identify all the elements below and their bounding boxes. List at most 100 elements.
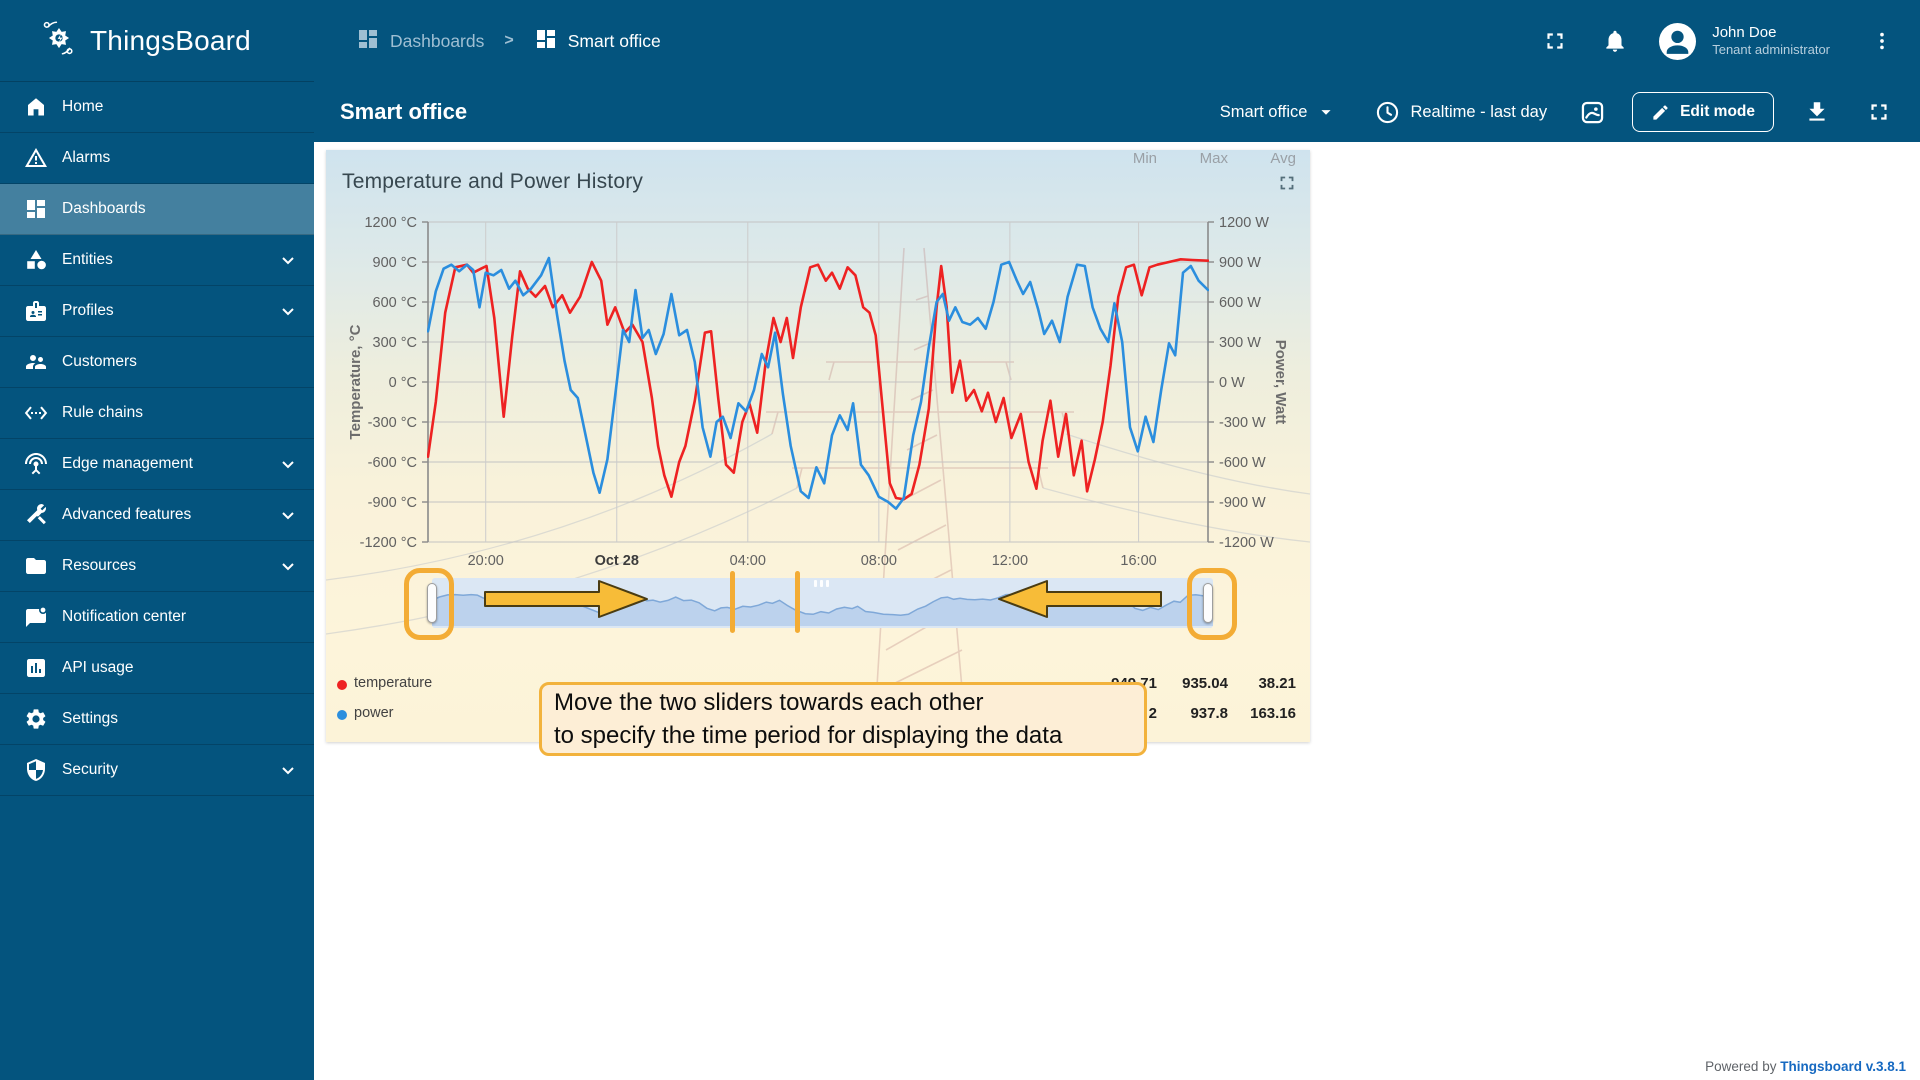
fullscreen-icon[interactable] bbox=[1541, 27, 1569, 55]
legend-header-avg: Avg bbox=[1270, 150, 1296, 167]
temperature-series-label: temperature bbox=[354, 675, 433, 691]
dashboards-icon bbox=[24, 197, 48, 221]
entities-icon bbox=[24, 248, 48, 272]
slider-left-handle[interactable] bbox=[427, 583, 437, 623]
rule-chain-icon bbox=[24, 401, 48, 425]
avatar[interactable] bbox=[1659, 22, 1697, 60]
power-avg: 163.16 bbox=[1250, 705, 1296, 722]
dashboard-toolbar-actions: Smart office Realtime - last day Edit mo… bbox=[1220, 92, 1920, 132]
breadcrumb-smart-office[interactable]: Smart office bbox=[534, 27, 661, 56]
sidebar-item-alarms[interactable]: Alarms bbox=[0, 133, 314, 184]
thingsboard-version-link[interactable]: Thingsboard v.3.8.1 bbox=[1780, 1059, 1906, 1074]
svg-text:300 W: 300 W bbox=[1219, 335, 1261, 351]
notification-icon bbox=[24, 605, 48, 629]
gear-icon bbox=[24, 707, 48, 731]
tools-icon bbox=[24, 503, 48, 527]
download-icon[interactable] bbox=[1804, 99, 1830, 125]
user-role: Tenant administrator bbox=[1712, 42, 1830, 58]
breadcrumb-dashboards[interactable]: Dashboards bbox=[356, 27, 484, 56]
sidebar-item-home[interactable]: Home bbox=[0, 82, 314, 133]
svg-text:-300 °C: -300 °C bbox=[368, 415, 417, 431]
sidebar-item-dashboards[interactable]: Dashboards bbox=[0, 184, 314, 235]
logo[interactable]: ThingsBoard bbox=[0, 0, 314, 82]
sidebar: ThingsBoard Home Alarms Dashboards Entit… bbox=[0, 0, 314, 1080]
powered-by: Powered by Thingsboard v.3.8.1 bbox=[1705, 1059, 1906, 1074]
svg-text:1200 °C: 1200 °C bbox=[364, 215, 417, 231]
user-name: John Doe bbox=[1712, 23, 1777, 41]
legend-header-max: Max bbox=[1199, 150, 1228, 167]
sidebar-item-profiles[interactable]: Profiles bbox=[0, 286, 314, 337]
dashboard-title: Smart office bbox=[340, 99, 468, 124]
temperature-avg: 38.21 bbox=[1258, 675, 1296, 692]
sidebar-item-notification-center[interactable]: Notification center bbox=[0, 592, 314, 643]
home-icon bbox=[24, 95, 48, 119]
power-series-label: power bbox=[354, 705, 394, 721]
sidebar-item-rule-chains[interactable]: Rule chains bbox=[0, 388, 314, 439]
tutorial-callout: Move the two sliders towards each other … bbox=[539, 682, 1147, 756]
chevron-down-icon bbox=[276, 452, 300, 481]
sidebar-item-resources[interactable]: Resources bbox=[0, 541, 314, 592]
svg-text:900 W: 900 W bbox=[1219, 255, 1261, 271]
breadcrumb: Dashboards > Smart office bbox=[356, 27, 661, 56]
svg-text:300 °C: 300 °C bbox=[373, 335, 418, 351]
edit-mode-button[interactable]: Edit mode bbox=[1632, 92, 1774, 132]
sidebar-item-entities[interactable]: Entities bbox=[0, 235, 314, 286]
sidebar-item-advanced-features[interactable]: Advanced features bbox=[0, 490, 314, 541]
chart-box-icon bbox=[24, 656, 48, 680]
dashboards-icon bbox=[534, 27, 558, 56]
breadcrumb-separator: > bbox=[504, 32, 514, 49]
time-range-slider[interactable] bbox=[432, 578, 1213, 628]
clock-icon bbox=[1377, 101, 1399, 123]
power-series-dot bbox=[337, 710, 347, 720]
svg-text:900 °C: 900 °C bbox=[373, 255, 418, 271]
dashboard-image-icon[interactable] bbox=[1579, 99, 1606, 126]
svg-text:Oct 28: Oct 28 bbox=[595, 553, 639, 569]
callout-line-1: Move the two sliders towards each other bbox=[554, 689, 984, 716]
sidebar-item-customers[interactable]: Customers bbox=[0, 337, 314, 388]
sidebar-item-settings[interactable]: Settings bbox=[0, 694, 314, 745]
chevron-down-icon bbox=[276, 248, 300, 277]
svg-text:20:00: 20:00 bbox=[468, 553, 504, 569]
dashboard-toolbar: Smart office Smart office Realtime - las… bbox=[314, 82, 1920, 142]
pylon-background-image bbox=[326, 247, 1310, 736]
dashboard-state-select[interactable]: Smart office bbox=[1220, 101, 1338, 123]
chevron-down-icon bbox=[276, 554, 300, 583]
timewindow-button[interactable]: Realtime - last day bbox=[1375, 100, 1547, 125]
fullscreen-icon[interactable] bbox=[1866, 99, 1892, 125]
people-icon bbox=[24, 350, 48, 374]
slider-right-handle[interactable] bbox=[1203, 583, 1213, 623]
svg-text:Power, Watt: Power, Watt bbox=[1272, 340, 1289, 424]
user-menu[interactable]: John Doe Tenant administrator bbox=[1712, 24, 1830, 59]
svg-text:-600 W: -600 W bbox=[1219, 455, 1266, 471]
svg-text:-1200 °C: -1200 °C bbox=[360, 535, 417, 551]
svg-text:0 W: 0 W bbox=[1219, 375, 1245, 391]
shield-icon bbox=[24, 758, 48, 782]
widget-fullscreen-icon[interactable] bbox=[1276, 172, 1298, 199]
warning-icon bbox=[24, 146, 48, 170]
chevron-down-icon bbox=[276, 299, 300, 328]
kebab-menu-icon[interactable] bbox=[1870, 29, 1894, 53]
svg-text:-1200 W: -1200 W bbox=[1219, 535, 1274, 551]
sidebar-item-api-usage[interactable]: API usage bbox=[0, 643, 314, 694]
notifications-bell-icon[interactable] bbox=[1601, 27, 1629, 55]
sidebar-item-security[interactable]: Security bbox=[0, 745, 314, 796]
topbar-actions: John Doe Tenant administrator bbox=[1541, 22, 1920, 60]
badge-icon bbox=[24, 299, 48, 323]
sidebar-menu: Home Alarms Dashboards Entities Profiles bbox=[0, 82, 314, 796]
dashboards-icon bbox=[356, 27, 380, 56]
timeseries-line-chart: 1200 °C 1200 W 900 °C 900 W 600 °C 600 W 300 °… bbox=[347, 215, 1289, 569]
svg-text:-300 W: -300 W bbox=[1219, 415, 1266, 431]
legend-header-min: Min bbox=[1132, 150, 1157, 167]
brand-name: ThingsBoard bbox=[90, 24, 251, 56]
folder-icon bbox=[24, 554, 48, 578]
chevron-down-icon bbox=[276, 503, 300, 532]
svg-text:-600 °C: -600 °C bbox=[368, 455, 417, 471]
top-app-bar: Dashboards > Smart office John Doe Tenan… bbox=[314, 0, 1920, 82]
sidebar-item-edge-management[interactable]: Edge management bbox=[0, 439, 314, 490]
antenna-icon bbox=[24, 452, 48, 476]
temperature-power-history-widget: 1200 °C 1200 W 900 °C 900 W 600 °C 600 W 300 °… bbox=[326, 150, 1310, 742]
power-max: 937.8 bbox=[1190, 705, 1228, 722]
slider-grip-icon[interactable] bbox=[813, 580, 831, 587]
pencil-icon bbox=[1653, 104, 1668, 120]
svg-text:08:00: 08:00 bbox=[861, 553, 897, 569]
